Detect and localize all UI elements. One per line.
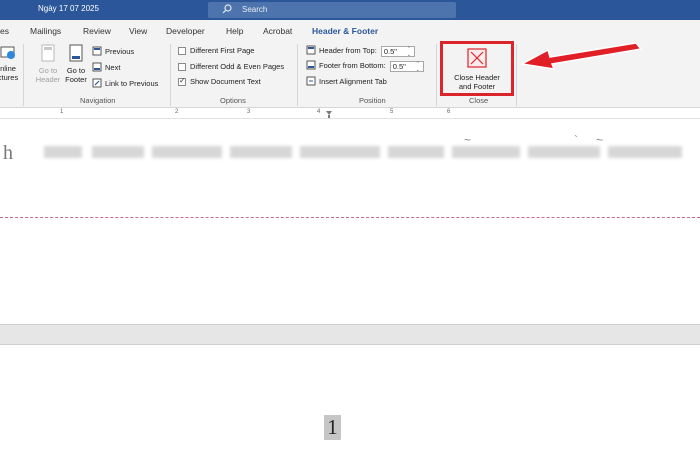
blurred-word <box>92 146 144 158</box>
checkbox-unchecked <box>178 47 186 56</box>
ruler-number: 3 <box>247 109 251 115</box>
ruler-number: 2 <box>175 109 179 115</box>
next-label: Next <box>105 62 121 72</box>
annotation-arrow-icon <box>519 42 643 70</box>
ruler-number: 5 <box>390 109 394 115</box>
online-pictures-button[interactable]: nline ctures <box>0 44 20 82</box>
tab-stop-marker-icon[interactable] <box>325 111 333 118</box>
ruler: 1 2 3 4 5 6 <box>0 108 700 119</box>
position-group-label: Position <box>359 96 386 105</box>
navigation-group-label: Navigation <box>80 96 116 105</box>
go-to-footer-label-1: Go to <box>66 66 86 75</box>
group-divider <box>297 44 298 106</box>
checkbox-checked <box>178 76 186 87</box>
header-from-top-label: Header from Top: <box>319 45 377 55</box>
header-text-start: h <box>3 142 13 164</box>
footer-from-bottom-input[interactable]: 0.5" <box>389 60 424 73</box>
previous-label: Previous <box>105 46 135 56</box>
blurred-word <box>44 146 82 158</box>
header-from-top-input[interactable]: 0.5" <box>380 45 415 58</box>
alignment-tab-icon <box>306 76 316 88</box>
link-to-previous-button[interactable]: Link to Previous <box>92 78 158 90</box>
blurred-word <box>152 146 222 158</box>
go-to-footer-button[interactable]: Go to Footer <box>62 44 90 84</box>
insert-alignment-tab-label: Insert Alignment Tab <box>319 76 387 86</box>
tab-developer[interactable]: Developer <box>166 26 205 36</box>
diacritic-mark: ~ <box>596 133 604 147</box>
close-header-footer-label-2: and Footer <box>458 82 496 91</box>
footer-from-bottom-label: Footer from Bottom: <box>319 60 386 70</box>
tab-mailings[interactable]: Mailings <box>30 26 61 36</box>
footer-position-icon <box>306 60 316 72</box>
tab-view[interactable]: View <box>129 26 147 36</box>
link-icon <box>92 78 102 90</box>
show-document-text-checkbox[interactable]: Show Document Text <box>178 76 261 87</box>
blurred-word <box>528 146 600 158</box>
next-button[interactable]: Next <box>92 62 120 74</box>
close-icon <box>443 48 511 70</box>
close-header-footer-label-1: Close Header <box>454 73 500 82</box>
ruler-number: 1 <box>60 109 64 115</box>
group-divider <box>23 44 24 106</box>
footer-from-bottom-field: Footer from Bottom: 0.5" <box>306 60 424 73</box>
checkbox-unchecked <box>178 63 186 72</box>
tab-header-footer[interactable]: Header & Footer <box>312 26 378 36</box>
next-icon <box>92 62 102 74</box>
go-to-footer-label-2: Footer <box>65 75 87 84</box>
blurred-word <box>230 146 292 158</box>
different-first-page-checkbox[interactable]: Different First Page <box>178 46 255 56</box>
document-title: Ngày 17 07 2025 <box>38 4 99 13</box>
tab-references[interactable]: es <box>0 26 9 36</box>
go-to-header-label-2: Header <box>35 75 61 84</box>
different-odd-even-checkbox[interactable]: Different Odd & Even Pages <box>178 62 285 72</box>
tab-help[interactable]: Help <box>226 26 243 36</box>
page-separator <box>0 324 700 345</box>
header-from-top-field: Header from Top: 0.5" <box>306 45 415 58</box>
close-header-footer-button[interactable]: Close Header and Footer <box>440 41 514 96</box>
online-pictures-label-2: ctures <box>0 73 19 82</box>
blurred-word <box>452 146 520 158</box>
diacritic-mark: ` <box>574 133 578 147</box>
insert-alignment-tab-button[interactable]: Insert Alignment Tab <box>306 76 387 88</box>
ruler-number: 4 <box>317 109 321 115</box>
different-first-page-label: Different First Page <box>190 46 255 55</box>
go-to-footer-icon <box>62 44 90 64</box>
tab-review[interactable]: Review <box>83 26 111 36</box>
group-divider <box>170 44 171 106</box>
online-pictures-label-1: nline <box>0 64 16 73</box>
blurred-word <box>388 146 444 158</box>
search-box[interactable]: Search <box>208 2 456 18</box>
tab-acrobat[interactable]: Acrobat <box>263 26 292 36</box>
previous-button[interactable]: Previous <box>92 46 134 58</box>
different-odd-even-label: Different Odd & Even Pages <box>190 62 285 71</box>
picture-icon <box>0 44 20 62</box>
close-group-label: Close <box>469 96 489 105</box>
diacritic-mark: ~ <box>464 133 472 147</box>
search-placeholder: Search <box>242 5 268 14</box>
blurred-word <box>300 146 380 158</box>
title-bar: Ngày 17 07 2025 Search <box>0 0 700 20</box>
search-icon <box>222 4 232 16</box>
show-document-text-label: Show Document Text <box>190 77 261 86</box>
go-to-header-button[interactable]: Go to Header <box>34 44 62 84</box>
document-canvas[interactable]: h ~ ` ~ 1 <box>0 119 700 458</box>
header-boundary-line <box>0 217 700 218</box>
blurred-word <box>608 146 682 158</box>
ruler-number: 6 <box>447 109 451 115</box>
options-group-label: Options <box>220 96 246 105</box>
go-to-header-icon <box>34 44 62 64</box>
group-divider <box>436 44 437 106</box>
previous-icon <box>92 46 102 58</box>
header-position-icon <box>306 45 316 57</box>
link-to-previous-label: Link to Previous <box>105 78 159 88</box>
go-to-header-label-1: Go to <box>38 66 58 75</box>
footer-page-number[interactable]: 1 <box>324 415 341 440</box>
